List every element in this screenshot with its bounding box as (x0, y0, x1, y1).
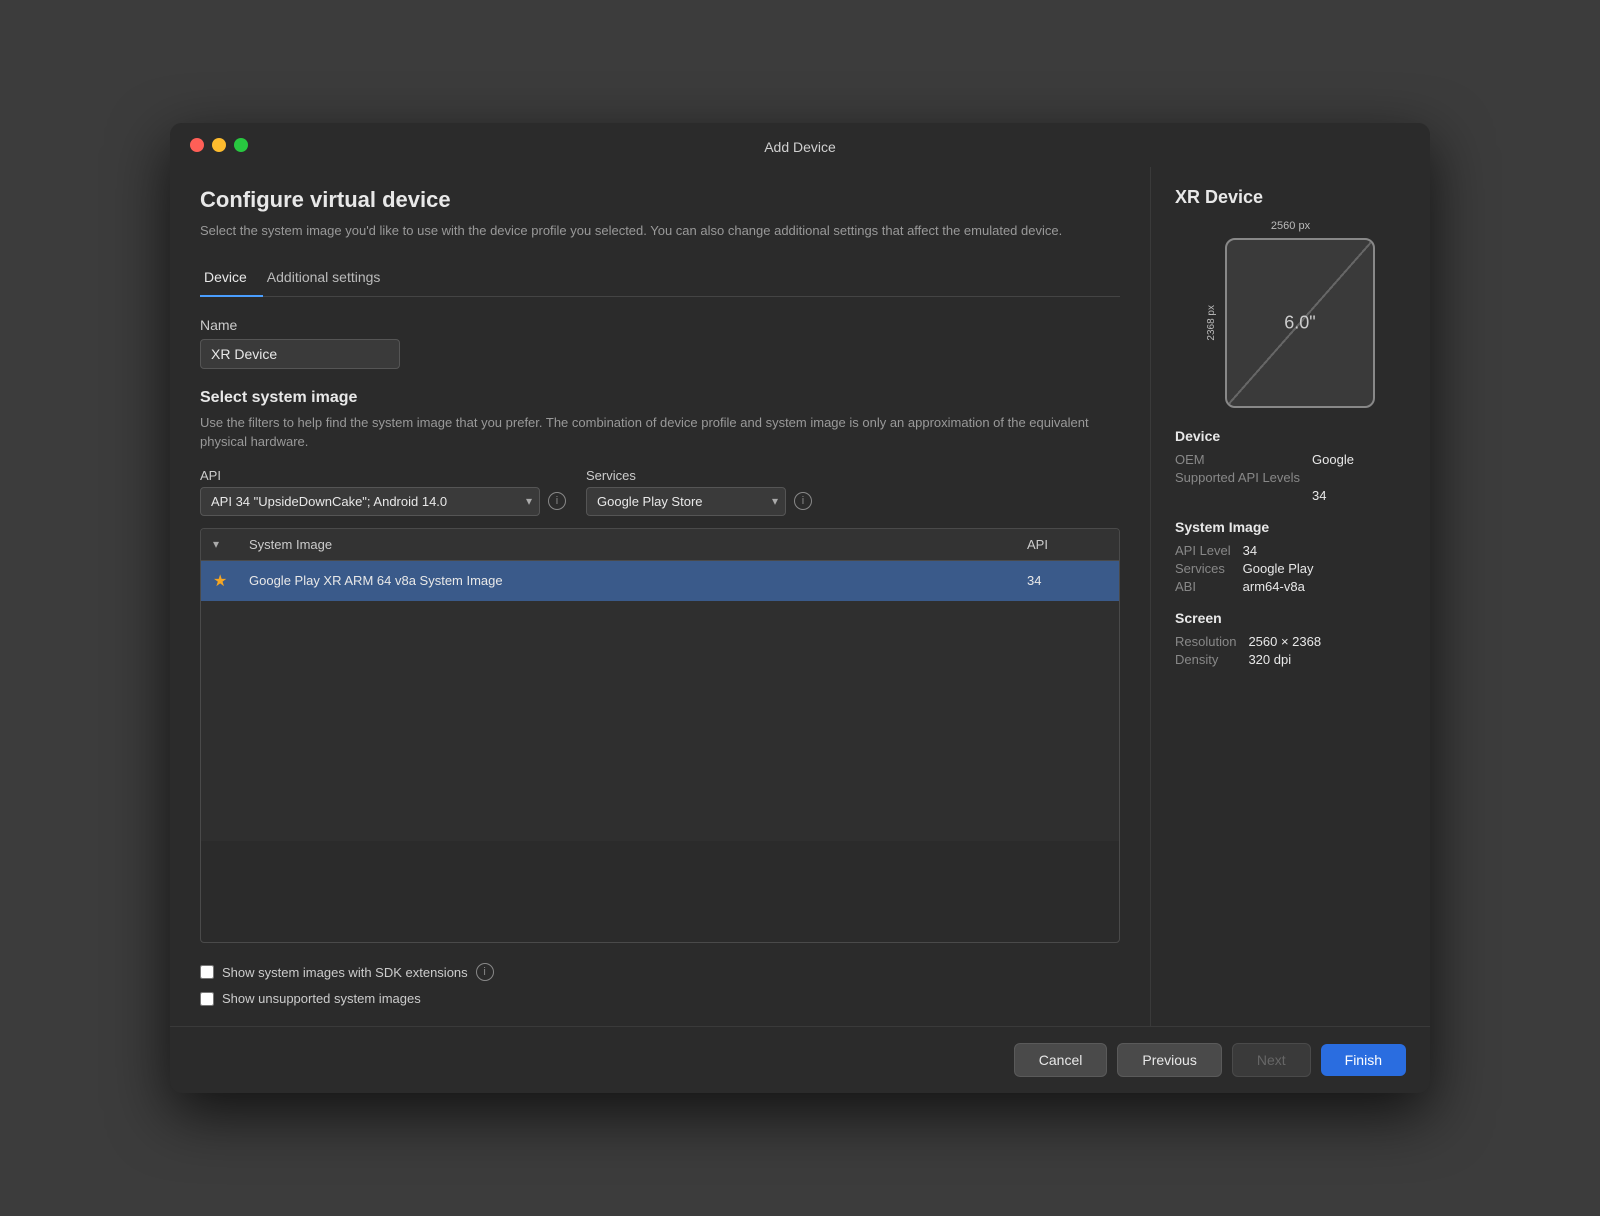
screen-info-section: Screen Resolution 2560 × 2368 Density 32… (1175, 610, 1406, 667)
name-label: Name (200, 317, 1120, 333)
services-label: Services (1175, 561, 1231, 576)
device-info-grid: OEM Google Supported API Levels 34 (1175, 452, 1406, 503)
tab-device[interactable]: Device (200, 261, 263, 297)
api-info-icon[interactable]: i (548, 492, 566, 510)
device-section-title: Device (1175, 428, 1406, 444)
services-info-icon[interactable]: i (794, 492, 812, 510)
api-levels-label: Supported API Levels (1175, 470, 1300, 485)
table-header: ▾ System Image API (201, 529, 1119, 561)
filter-row: API API 34 "UpsideDownCake"; Android 14.… (200, 468, 1120, 516)
api-level-label: API Level (1175, 543, 1231, 558)
services-select-wrapper: Google Play Store (586, 487, 786, 516)
window-title: Add Device (764, 139, 836, 155)
left-panel: Configure virtual device Select the syst… (170, 167, 1150, 1026)
preview-row: 2368 px 6.0" (1206, 238, 1375, 408)
abi-label: ABI (1175, 579, 1231, 594)
next-button: Next (1232, 1043, 1311, 1077)
previous-button[interactable]: Previous (1117, 1043, 1221, 1077)
system-image-info-grid: API Level 34 Services Google Play ABI ar… (1175, 543, 1406, 594)
density-label: Density (1175, 652, 1236, 667)
tab-additional-settings[interactable]: Additional settings (263, 261, 397, 297)
footer: Cancel Previous Next Finish (170, 1026, 1430, 1093)
row-api-level: 34 (1027, 573, 1107, 588)
api-filter-select-wrapper: API 34 "UpsideDownCake"; Android 14.0 i (200, 487, 566, 516)
px-top-label: 2560 px (1271, 220, 1310, 232)
configure-desc: Select the system image you'd like to us… (200, 221, 1120, 241)
close-button[interactable] (190, 138, 204, 152)
screen-info-grid: Resolution 2560 × 2368 Density 320 dpi (1175, 634, 1406, 667)
api-select[interactable]: API 34 "UpsideDownCake"; Android 14.0 (200, 487, 540, 516)
minimize-button[interactable] (212, 138, 226, 152)
api-filter-group: API API 34 "UpsideDownCake"; Android 14.… (200, 468, 566, 516)
api-levels-value: 34 (1312, 488, 1406, 503)
services-filter-select-wrapper: Google Play Store i (586, 487, 812, 516)
unsupported-images-checkbox[interactable] (200, 992, 214, 1006)
api-filter-label: API (200, 468, 566, 483)
name-input[interactable] (200, 339, 400, 369)
resolution-label: Resolution (1175, 634, 1236, 649)
table-sort-icon[interactable]: ▾ (213, 537, 249, 551)
services-filter-label: Services (586, 468, 812, 483)
device-size-label: 6.0" (1284, 313, 1315, 334)
sdk-extensions-info-icon[interactable]: i (476, 963, 494, 981)
unsupported-images-label: Show unsupported system images (222, 991, 421, 1006)
px-side-label: 2368 px (1206, 305, 1217, 341)
cancel-button[interactable]: Cancel (1014, 1043, 1108, 1077)
sdk-extensions-checkbox[interactable] (200, 965, 214, 979)
configure-title: Configure virtual device (200, 187, 1120, 213)
table-row[interactable]: ★ Google Play XR ARM 64 v8a System Image… (201, 561, 1119, 601)
abi-value: arm64-v8a (1243, 579, 1406, 594)
oem-value: Google (1312, 452, 1406, 467)
row-system-image-name: Google Play XR ARM 64 v8a System Image (249, 573, 1027, 588)
system-image-table: ▾ System Image API ★ Google Play XR ARM … (200, 528, 1120, 944)
select-system-image-title: Select system image (200, 389, 1120, 407)
tabs: Device Additional settings (200, 261, 1120, 297)
screen-section-title: Screen (1175, 610, 1406, 626)
services-select[interactable]: Google Play Store (586, 487, 786, 516)
title-bar: Add Device (170, 123, 1430, 167)
api-level-value: 34 (1243, 543, 1406, 558)
device-rect: 6.0" (1225, 238, 1375, 408)
api-select-wrapper: API 34 "UpsideDownCake"; Android 14.0 (200, 487, 540, 516)
right-panel: XR Device 2560 px 2368 px 6.0" Device OE… (1150, 167, 1430, 1026)
col-system-image: System Image (249, 537, 1027, 552)
system-image-section-title: System Image (1175, 519, 1406, 535)
services-filter-group: Services Google Play Store i (586, 468, 812, 516)
sdk-extensions-row: Show system images with SDK extensions i (200, 963, 1120, 981)
device-info-section: Device OEM Google Supported API Levels 3… (1175, 428, 1406, 503)
density-value: 320 dpi (1248, 652, 1406, 667)
resolution-value: 2560 × 2368 (1248, 634, 1406, 649)
services-value: Google Play (1243, 561, 1406, 576)
checkboxes: Show system images with SDK extensions i… (200, 963, 1120, 1006)
traffic-lights (190, 138, 248, 152)
maximize-button[interactable] (234, 138, 248, 152)
right-device-title: XR Device (1175, 187, 1406, 208)
table-body: ★ Google Play XR ARM 64 v8a System Image… (201, 561, 1119, 841)
add-device-dialog: Add Device Configure virtual device Sele… (170, 123, 1430, 1093)
device-preview: 2560 px 2368 px 6.0" (1175, 220, 1406, 408)
content-area: Configure virtual device Select the syst… (170, 167, 1430, 1026)
unsupported-images-row: Show unsupported system images (200, 991, 1120, 1006)
sdk-extensions-label: Show system images with SDK extensions (222, 965, 468, 980)
select-system-image-desc: Use the filters to help find the system … (200, 413, 1120, 452)
oem-label: OEM (1175, 452, 1300, 467)
finish-button[interactable]: Finish (1321, 1044, 1406, 1076)
col-api: API (1027, 537, 1107, 552)
system-image-info-section: System Image API Level 34 Services Googl… (1175, 519, 1406, 594)
star-icon: ★ (213, 571, 249, 591)
